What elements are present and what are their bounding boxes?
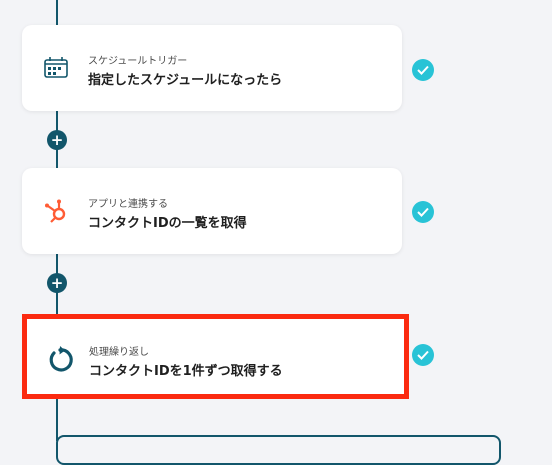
step-subtitle: スケジュールトリガー (88, 56, 188, 67)
hubspot-icon (42, 197, 70, 225)
step-subtitle: アプリと連携する (88, 199, 168, 210)
flow-connector-line (56, 395, 58, 441)
add-step-button[interactable]: + (47, 130, 67, 150)
step-title: コンタクトIDを1件ずつ取得する (89, 364, 283, 379)
step-card-app-integration[interactable]: アプリと連携する コンタクトIDの一覧を取得 (22, 168, 402, 254)
calendar-icon (42, 54, 70, 82)
step-card-loop-highlighted[interactable]: 処理繰り返し コンタクトIDを1件ずつ取得する (22, 314, 409, 399)
check-icon (412, 344, 434, 366)
loop-icon (45, 345, 75, 375)
step-card-schedule-trigger[interactable]: スケジュールトリガー 指定したスケジュールになったら (22, 25, 402, 111)
loop-container-frame (56, 435, 501, 465)
add-step-button[interactable]: + (47, 273, 67, 293)
step-title: コンタクトIDの一覧を取得 (88, 216, 247, 231)
step-subtitle: 処理繰り返し (89, 347, 149, 358)
check-icon (412, 59, 434, 81)
check-icon (412, 201, 434, 223)
step-title: 指定したスケジュールになったら (88, 73, 283, 88)
